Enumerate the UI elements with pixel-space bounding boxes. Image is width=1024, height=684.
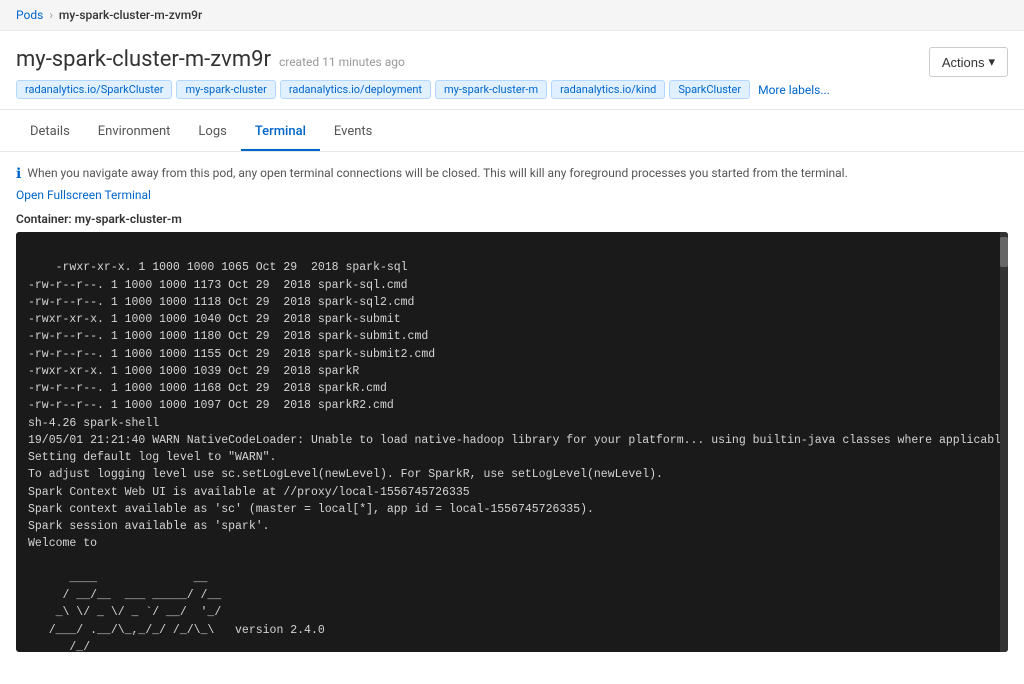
actions-label: Actions [942, 55, 985, 70]
label-tag: my-spark-cluster-m [435, 80, 547, 99]
label-tag: SparkCluster [669, 80, 750, 99]
tab-details[interactable]: Details [16, 114, 84, 151]
tab-events[interactable]: Events [320, 114, 386, 151]
terminal-scrollbar-thumb[interactable] [1000, 237, 1008, 267]
labels-row: radanalytics.io/SparkClustermy-spark-clu… [16, 80, 830, 99]
breadcrumb: Pods › my-spark-cluster-m-zvm9r [0, 0, 1024, 31]
page-title-row: my-spark-cluster-m-zvm9r created 11 minu… [16, 47, 830, 72]
terminal-scrollbar[interactable] [1000, 232, 1008, 652]
breadcrumb-separator: › [49, 8, 53, 22]
tabs-bar: DetailsEnvironmentLogsTerminalEvents [0, 114, 1024, 152]
info-banner: ℹ When you navigate away from this pod, … [16, 166, 1008, 182]
page-subtitle: created 11 minutes ago [279, 55, 405, 69]
actions-chevron-icon: ▾ [988, 54, 995, 70]
terminal-wrapper[interactable]: -rwxr-xr-x. 1 1000 1000 1065 Oct 29 2018… [16, 232, 1008, 652]
info-icon: ℹ [16, 166, 21, 182]
breadcrumb-current: my-spark-cluster-m-zvm9r [59, 8, 202, 22]
label-tag: radanalytics.io/kind [551, 80, 665, 99]
open-fullscreen-link[interactable]: Open Fullscreen Terminal [16, 188, 1008, 202]
content-area: ℹ When you navigate away from this pod, … [0, 152, 1024, 652]
tab-environment[interactable]: Environment [84, 114, 185, 151]
container-label: Container: my-spark-cluster-m [16, 212, 1008, 226]
label-tag: radanalytics.io/SparkCluster [16, 80, 172, 99]
actions-button[interactable]: Actions ▾ [929, 47, 1008, 77]
tab-logs[interactable]: Logs [184, 114, 240, 151]
more-labels-link[interactable]: More labels... [758, 83, 830, 97]
info-message: When you navigate away from this pod, an… [27, 166, 847, 180]
label-tag: my-spark-cluster [176, 80, 275, 99]
page-title-area: my-spark-cluster-m-zvm9r created 11 minu… [16, 47, 830, 99]
tab-terminal[interactable]: Terminal [241, 114, 320, 151]
terminal-content[interactable]: -rwxr-xr-x. 1 1000 1000 1065 Oct 29 2018… [16, 232, 1008, 652]
page-header: my-spark-cluster-m-zvm9r created 11 minu… [0, 31, 1024, 110]
page-title: my-spark-cluster-m-zvm9r [16, 47, 271, 72]
breadcrumb-pods-link[interactable]: Pods [16, 8, 43, 22]
label-tag: radanalytics.io/deployment [280, 80, 431, 99]
